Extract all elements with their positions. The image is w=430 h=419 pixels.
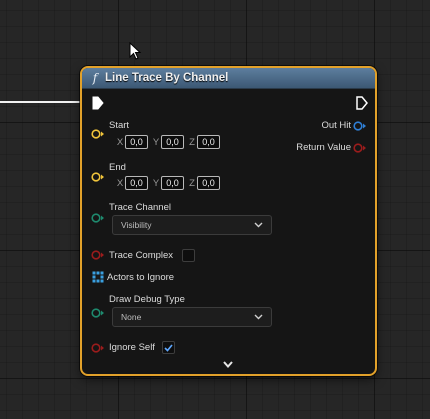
trace-complex-label: Trace Complex <box>109 250 174 261</box>
exec-in-pin-icon[interactable] <box>92 96 104 110</box>
trace-complex-pin-icon[interactable] <box>91 250 105 260</box>
start-x-axis-label: X <box>116 136 124 148</box>
start-pin-icon[interactable] <box>91 129 105 139</box>
end-x-input[interactable]: 0,0 <box>125 176 148 190</box>
start-label: Start <box>109 120 130 131</box>
end-y-axis-label: Y <box>152 177 160 189</box>
end-y-input[interactable]: 0,0 <box>161 176 184 190</box>
mouse-cursor-icon <box>129 42 142 60</box>
start-x-input[interactable]: 0,0 <box>125 135 148 149</box>
start-z-input[interactable]: 0,0 <box>197 135 220 149</box>
ignore-self-checkbox[interactable] <box>162 341 175 354</box>
chevron-down-icon <box>254 222 263 228</box>
node-title: Line Trace By Channel <box>105 72 229 84</box>
end-label: End <box>109 162 126 173</box>
return-value-label: Return Value <box>296 142 351 153</box>
end-x-axis-label: X <box>116 177 124 189</box>
actors-to-ignore-array-pin-icon[interactable] <box>92 271 104 283</box>
start-vector-fields: X 0,0 Y 0,0 Z 0,0 <box>115 135 223 149</box>
draw-debug-type-label: Draw Debug Type <box>109 294 185 305</box>
trace-channel-label: Trace Channel <box>109 202 171 213</box>
exec-out-pin-icon[interactable] <box>356 96 368 110</box>
trace-channel-value: Visibility <box>121 220 152 230</box>
actors-to-ignore-label: Actors to Ignore <box>107 272 175 283</box>
checkmark-icon <box>164 343 173 352</box>
node-header[interactable]: f Line Trace By Channel <box>82 68 375 89</box>
return-value-pin-icon[interactable] <box>353 143 367 153</box>
end-vector-fields: X 0,0 Y 0,0 Z 0,0 <box>115 176 223 190</box>
trace-channel-dropdown[interactable]: Visibility <box>112 215 272 235</box>
ignore-self-pin-icon[interactable] <box>91 343 105 353</box>
expand-advanced-chevron-icon[interactable] <box>221 360 235 370</box>
out-hit-pin-icon[interactable] <box>353 121 367 131</box>
draw-debug-type-value: None <box>121 312 142 322</box>
start-y-input[interactable]: 0,0 <box>161 135 184 149</box>
end-z-input[interactable]: 0,0 <box>197 176 220 190</box>
chevron-down-icon <box>254 314 263 320</box>
trace-complex-checkbox[interactable] <box>182 249 195 262</box>
ignore-self-label: Ignore Self <box>109 342 155 353</box>
end-pin-icon[interactable] <box>91 172 105 182</box>
out-hit-label: Out Hit <box>321 120 351 131</box>
trace-channel-pin-icon[interactable] <box>91 213 105 223</box>
start-y-axis-label: Y <box>152 136 160 148</box>
exec-wire <box>0 101 88 103</box>
line-trace-by-channel-node[interactable]: f Line Trace By Channel Start X 0,0 Y 0,… <box>80 66 377 376</box>
draw-debug-type-dropdown[interactable]: None <box>112 307 272 327</box>
function-icon: f <box>92 71 98 85</box>
end-z-axis-label: Z <box>189 177 195 189</box>
draw-debug-type-pin-icon[interactable] <box>91 308 105 318</box>
start-z-axis-label: Z <box>189 136 195 148</box>
